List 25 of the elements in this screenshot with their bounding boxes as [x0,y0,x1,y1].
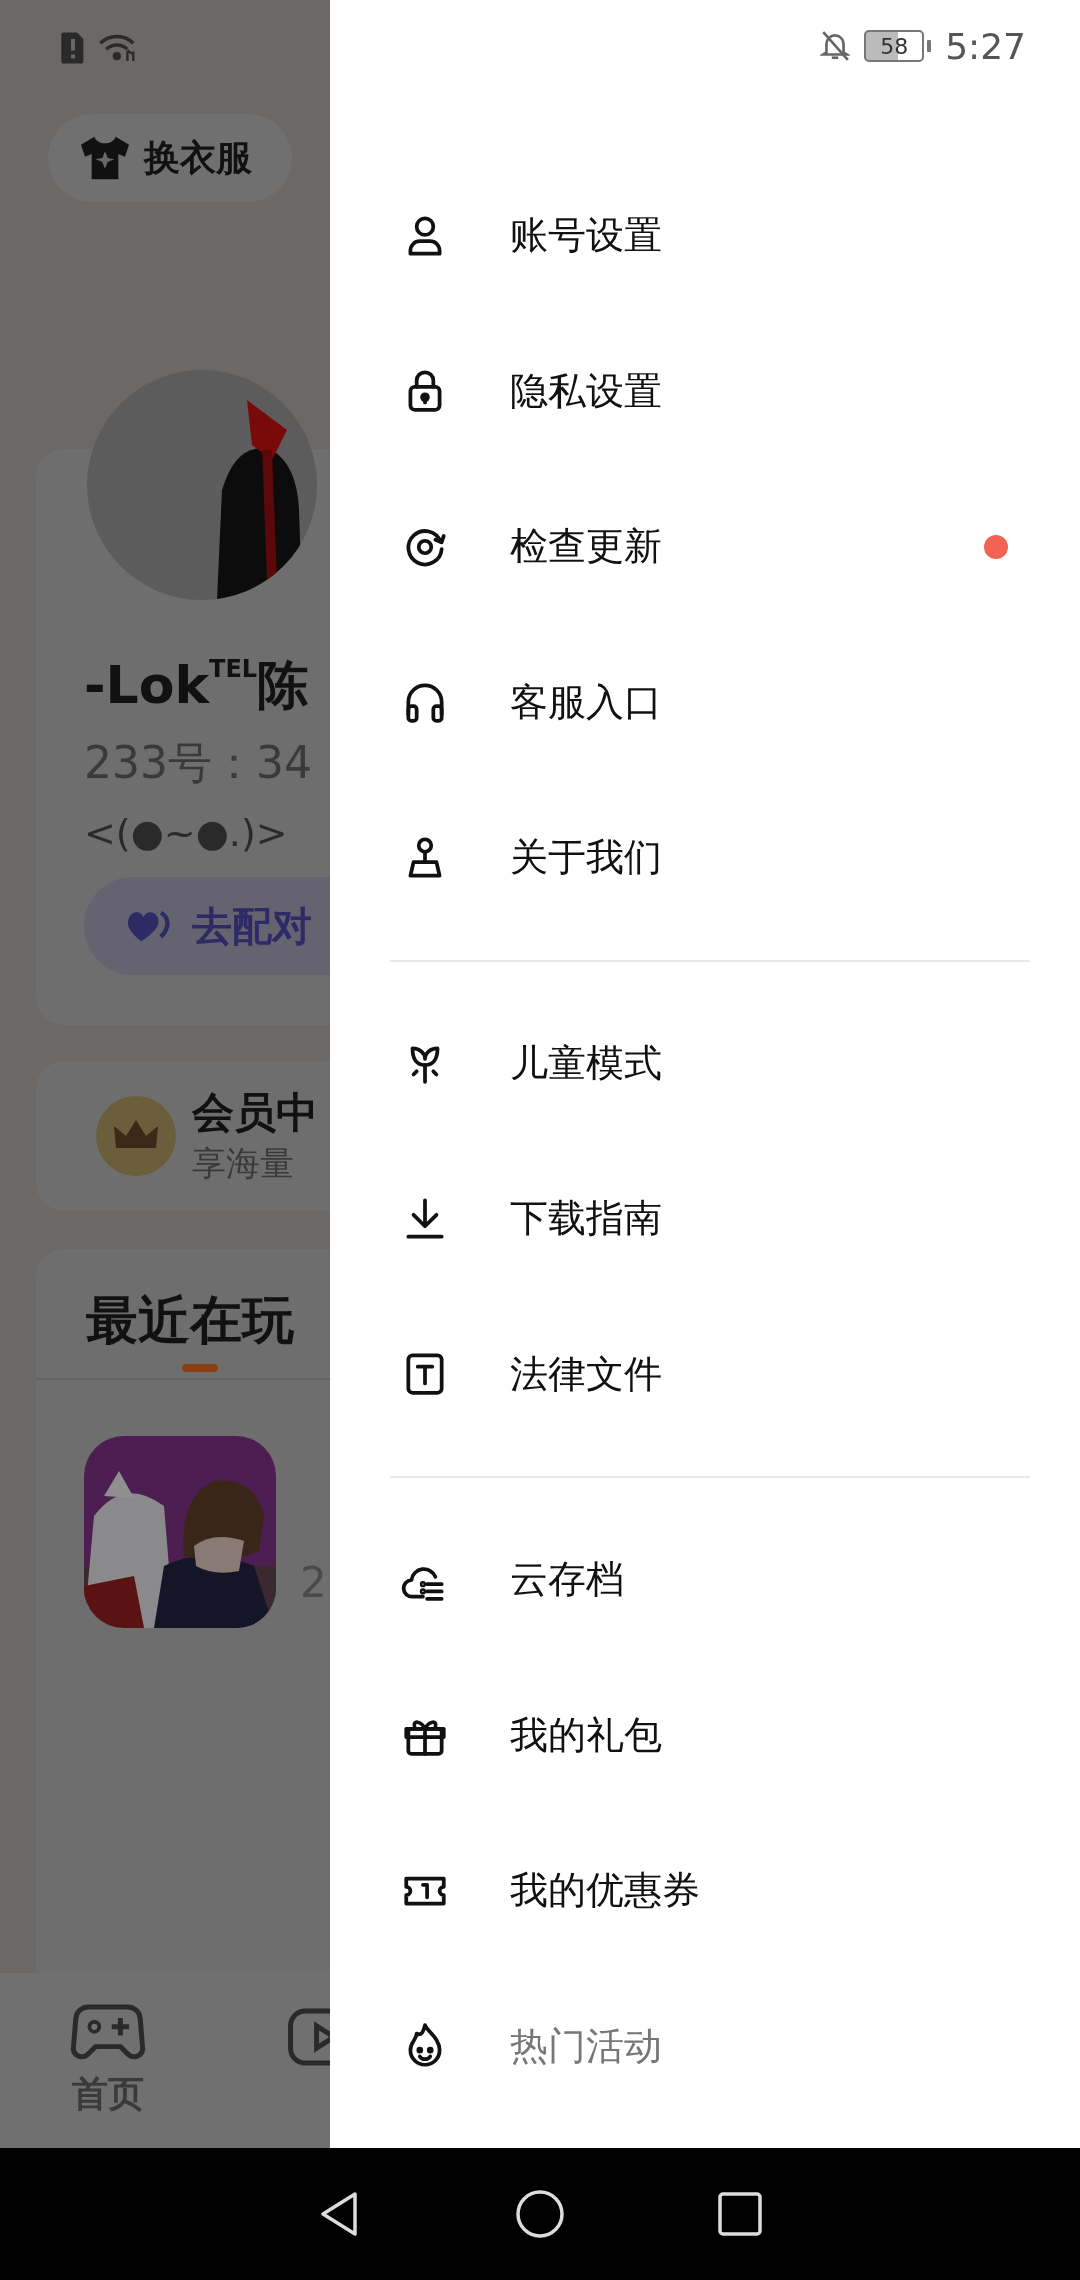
menu-item[interactable]: 我的礼包 [330,1657,1080,1813]
shirt-icon [78,134,132,182]
vip-title: 会员中 [192,1087,318,1140]
menu-item[interactable]: 隐私设置 [330,313,1080,469]
menu-item[interactable]: 客服入口 [330,624,1080,780]
menu-item[interactable]: 热门活动 [330,1968,1080,2124]
menu-item[interactable]: 下载指南 [330,1141,1080,1297]
clock: 5:27 [945,25,1026,67]
home-icon[interactable] [515,2189,565,2239]
menu-item[interactable]: 法律文件 [330,1296,1080,1452]
tab-indicator [182,1363,218,1372]
menu-item[interactable]: 儿童模式 [330,985,1080,1141]
recents-icon[interactable] [715,2189,765,2239]
menu-item[interactable]: 云存档 [330,1502,1080,1658]
outfit-button[interactable]: 换衣服 [48,114,292,202]
menu-item[interactable]: 关于我们 [330,780,1080,936]
menu-item[interactable]: 账号设置 [330,158,1080,314]
menu-item[interactable]: 我的优惠券 [330,1813,1080,1969]
user-name: -Lok$^{TEL}$陈 [84,654,311,717]
sim-alert-icon [60,31,86,65]
recent-tab[interactable]: 最近在玩 [86,1289,330,1352]
mute-icon [820,30,851,62]
crown-icon [96,1096,176,1177]
menu-item[interactable]: 检查更新 [330,469,1080,625]
signature: <(●~●.)> [84,811,289,856]
